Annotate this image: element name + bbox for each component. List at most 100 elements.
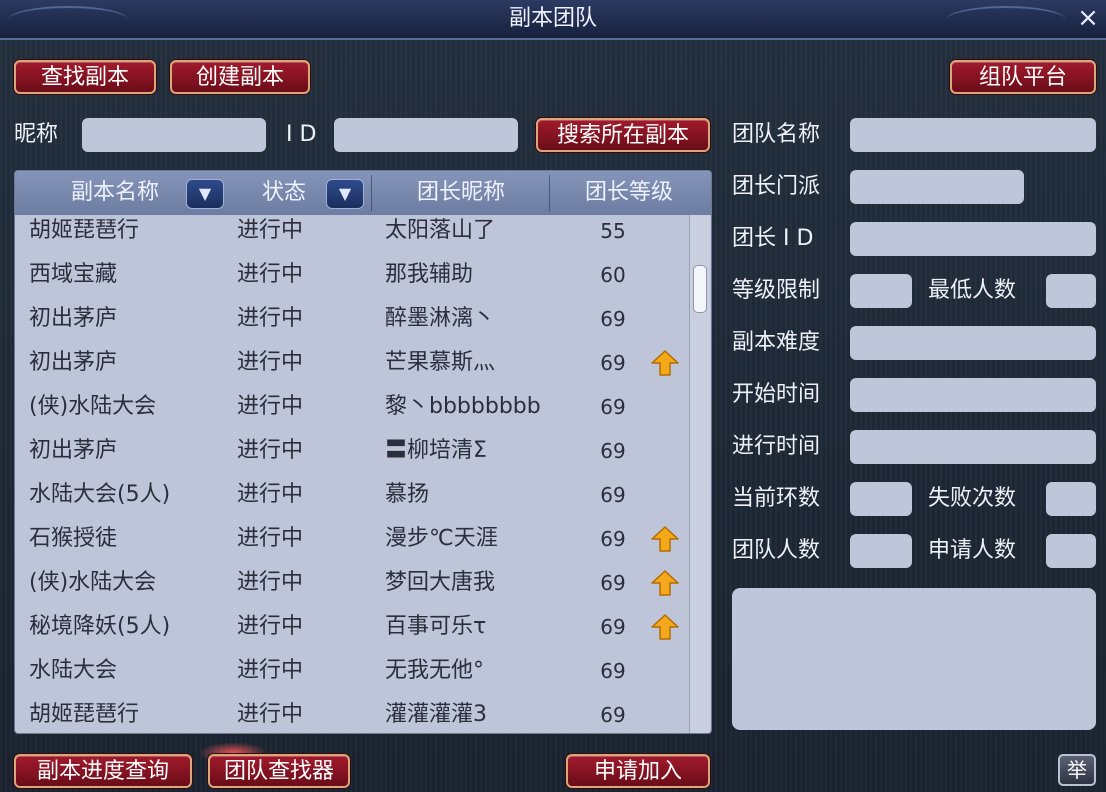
current-round-field: [850, 482, 912, 516]
fail-count-field: [1046, 482, 1096, 516]
nickname-label: 昵称: [14, 122, 59, 147]
applicants-label: 申请人数: [928, 538, 1017, 563]
table-row[interactable]: 初出茅庐 进行中 芒果慕斯灬 69: [15, 341, 687, 385]
team-description-box: [732, 588, 1096, 730]
cell-status: 进行中: [237, 438, 304, 463]
applicants-field: [1046, 534, 1096, 568]
cell-leader-level: 55: [600, 219, 626, 243]
cell-leader-name: 梦回大唐我: [385, 570, 496, 595]
name-filter-dropdown[interactable]: ▼: [186, 179, 224, 209]
status-filter-dropdown[interactable]: ▼: [326, 179, 364, 209]
table-row[interactable]: 胡姬琵琶行 进行中 灌灌灌灌3 69: [15, 693, 687, 733]
table-row[interactable]: 西域宝藏 进行中 那我辅助 60: [15, 253, 687, 297]
elapsed-time-label: 进行时间: [732, 434, 821, 459]
cell-leader-name: 百事可乐τ: [385, 614, 487, 639]
level-up-arrow-icon: [651, 350, 679, 376]
cell-dungeon-name: 初出茅庐: [29, 350, 118, 375]
level-limit-field: [850, 274, 912, 308]
cell-leader-name: 漫步℃天涯: [385, 526, 498, 551]
leader-id-field: [850, 222, 1096, 256]
cell-status: 进行中: [237, 702, 304, 727]
cell-dungeon-name: 水陆大会(5人): [29, 482, 171, 507]
progress-query-button[interactable]: 副本进度查询: [14, 754, 192, 788]
level-up-arrow-icon: [651, 614, 679, 640]
report-button[interactable]: 举: [1058, 754, 1096, 786]
cell-status: 进行中: [237, 350, 304, 375]
table-row[interactable]: (侠)水陆大会 进行中 黎丶bbbbbbbb 69: [15, 385, 687, 429]
cell-leader-name: 太阳落山了: [385, 218, 496, 243]
cell-dungeon-name: 石猴授徒: [29, 526, 118, 551]
table-row[interactable]: 石猴授徒 进行中 漫步℃天涯 69: [15, 517, 687, 561]
cell-dungeon-name: 胡姬琵琶行: [29, 218, 140, 243]
window-title: 副本团队: [508, 6, 597, 31]
min-members-label: 最低人数: [928, 278, 1017, 303]
team-size-field: [850, 534, 912, 568]
cell-leader-name: 芒果慕斯灬: [385, 350, 496, 375]
header-status: 状态: [261, 180, 306, 205]
cell-leader-level: 69: [600, 395, 626, 419]
difficulty-label: 副本难度: [732, 330, 821, 355]
header-dungeon-name: 副本名称: [70, 180, 159, 205]
cell-leader-name: 灌灌灌灌3: [385, 702, 487, 727]
nickname-input[interactable]: [82, 118, 266, 152]
dungeon-list: 副本名称 ▼ 状态 ▼ 团长昵称 团长等级 胡姬琵琶行 进行中 太阳落山了 55 西域宝…: [14, 170, 712, 734]
cell-status: 进行中: [237, 262, 304, 287]
header-leader-level: 团长等级: [584, 180, 673, 205]
title-bar[interactable]: 副本团队 ×: [0, 0, 1106, 40]
cell-leader-level: 69: [600, 703, 626, 727]
cell-leader-name: 慕扬: [385, 482, 430, 507]
team-name-field: [850, 118, 1096, 152]
cell-status: 进行中: [237, 394, 304, 419]
table-row[interactable]: 水陆大会(5人) 进行中 慕扬 69: [15, 473, 687, 517]
team-platform-button[interactable]: 组队平台: [950, 60, 1096, 94]
scrollbar-thumb[interactable]: [693, 265, 707, 313]
cell-dungeon-name: 水陆大会: [29, 658, 118, 683]
table-row[interactable]: 秘境降妖(5人) 进行中 百事可乐τ 69: [15, 605, 687, 649]
table-row[interactable]: (侠)水陆大会 进行中 梦回大唐我 69: [15, 561, 687, 605]
cell-leader-name: 那我辅助: [385, 262, 474, 287]
leader-id-label: 团长 I D: [732, 226, 814, 251]
cell-leader-level: 69: [600, 659, 626, 683]
cell-status: 进行中: [237, 306, 304, 331]
cell-leader-name: 黎丶bbbbbbbb: [385, 394, 541, 419]
list-scrollbar[interactable]: [689, 215, 710, 733]
cell-dungeon-name: 西域宝藏: [29, 262, 118, 287]
cell-leader-level: 69: [600, 483, 626, 507]
start-time-field: [850, 378, 1096, 412]
fail-count-label: 失败次数: [928, 486, 1017, 511]
cell-status: 进行中: [237, 658, 304, 683]
find-dungeon-button[interactable]: 查找副本: [14, 60, 156, 94]
create-dungeon-button[interactable]: 创建副本: [170, 60, 310, 94]
cell-leader-level: 69: [600, 615, 626, 639]
cell-leader-name: 无我无他°: [385, 658, 485, 683]
search-dungeon-button[interactable]: 搜索所在副本: [536, 118, 710, 152]
table-row[interactable]: 初出茅庐 进行中 〓柳培清Σ 69: [15, 429, 687, 473]
table-row[interactable]: 水陆大会 进行中 无我无他° 69: [15, 649, 687, 693]
cell-leader-level: 69: [600, 571, 626, 595]
level-up-arrow-icon: [651, 526, 679, 552]
chevron-down-icon: ▼: [198, 184, 212, 203]
leader-school-field: [850, 170, 1024, 204]
cell-dungeon-name: (侠)水陆大会: [29, 394, 157, 419]
cell-leader-name: 醉墨淋漓丶: [385, 306, 496, 331]
elapsed-time-field: [850, 430, 1096, 464]
close-icon[interactable]: ×: [1074, 4, 1102, 32]
chevron-down-icon: ▼: [338, 184, 352, 203]
id-label: I D: [286, 122, 317, 147]
table-row[interactable]: 胡姬琵琶行 进行中 太阳落山了 55: [15, 215, 687, 253]
level-limit-label: 等级限制: [732, 278, 821, 303]
team-name-label: 团队名称: [732, 122, 821, 147]
table-row[interactable]: 初出茅庐 进行中 醉墨淋漓丶 69: [15, 297, 687, 341]
min-members-field: [1046, 274, 1096, 308]
cell-status: 进行中: [237, 218, 304, 243]
cell-leader-name: 〓柳培清Σ: [385, 438, 487, 463]
difficulty-field: [850, 326, 1096, 360]
list-rows: 胡姬琵琶行 进行中 太阳落山了 55 西域宝藏 进行中 那我辅助 60 初出茅庐 进行中 醉墨淋漓丶…: [15, 215, 687, 733]
start-time-label: 开始时间: [732, 382, 821, 407]
id-input[interactable]: [334, 118, 518, 152]
cell-dungeon-name: 秘境降妖(5人): [29, 614, 171, 639]
cell-status: 进行中: [237, 482, 304, 507]
cell-leader-level: 69: [600, 351, 626, 375]
apply-join-button[interactable]: 申请加入: [566, 754, 710, 788]
team-finder-button[interactable]: 团队查找器: [208, 754, 350, 788]
